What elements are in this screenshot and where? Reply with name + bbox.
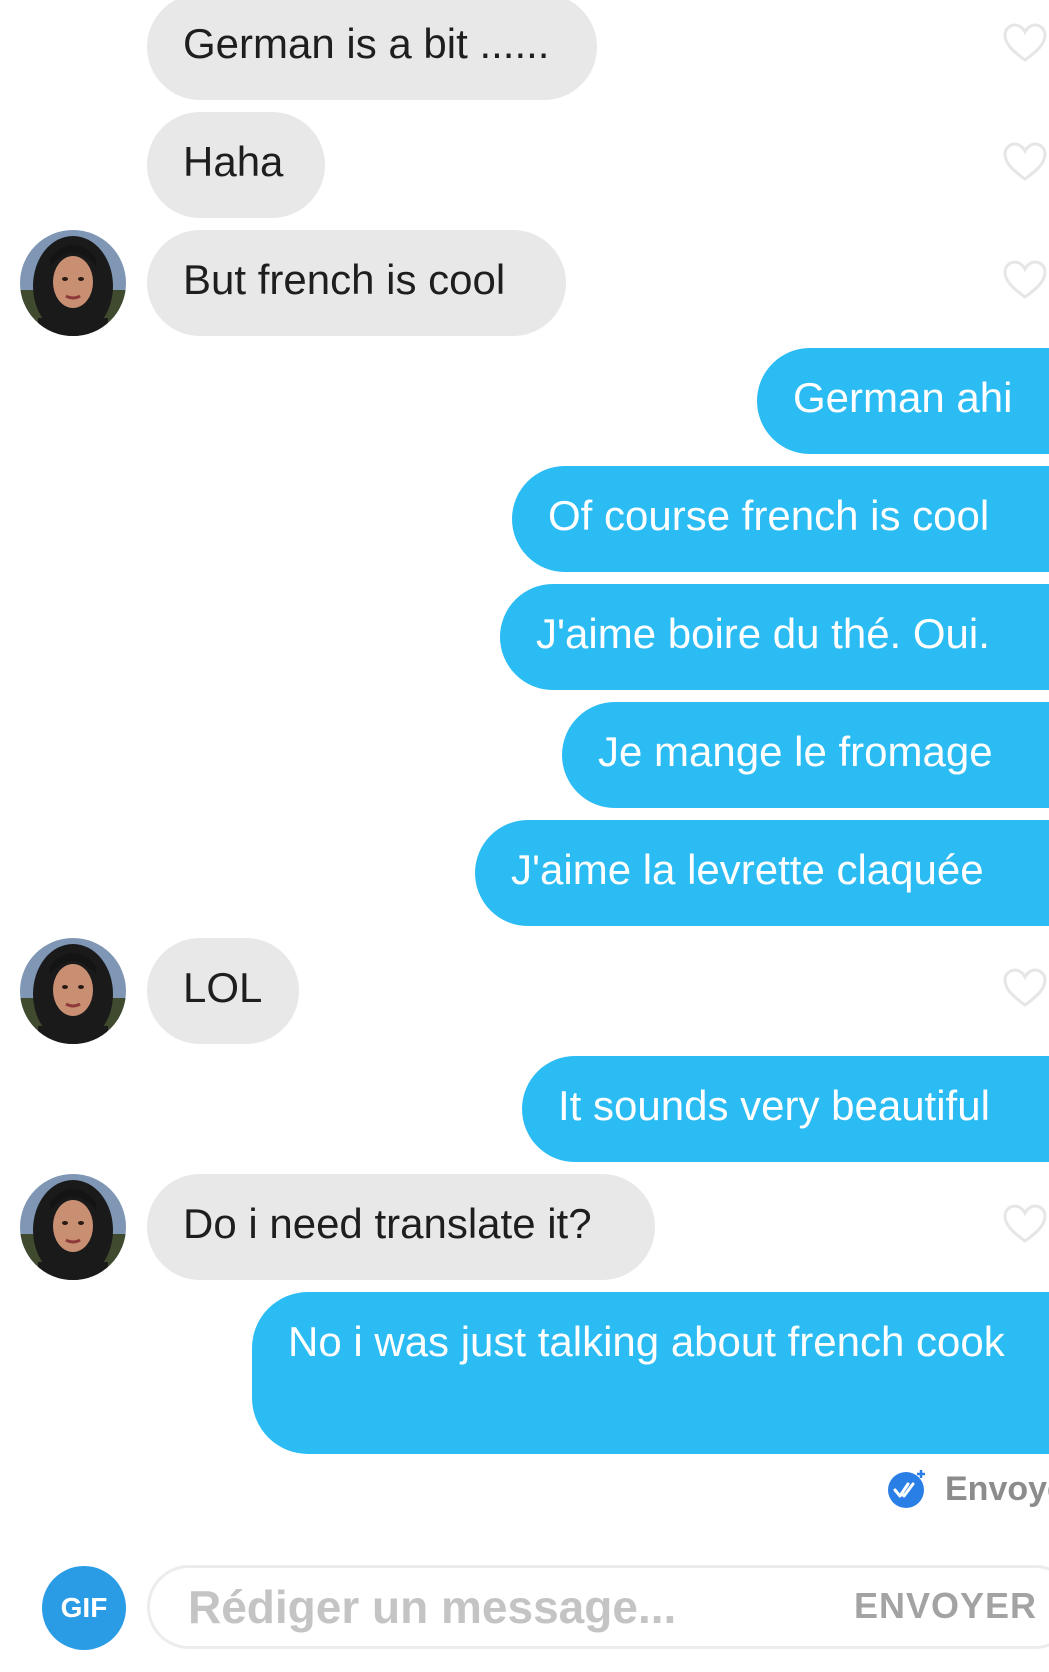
- incoming-message-bubble[interactable]: But french is cool: [147, 230, 566, 336]
- message-text: It sounds very beautiful: [558, 1082, 990, 1129]
- message-text: But french is cool: [183, 256, 506, 303]
- message-input-container: ENVOYER: [147, 1565, 1049, 1649]
- message-text: J'aime la levrette claquée: [511, 846, 984, 893]
- heart-outline-icon[interactable]: [1001, 965, 1049, 1013]
- message-row: Of course french is cool: [0, 466, 1049, 572]
- message-list[interactable]: German is a bit ...... Haha But french i…: [0, 0, 1049, 1540]
- double-check-icon: [888, 1470, 925, 1508]
- message-row: LOL: [0, 938, 1049, 1044]
- message-row: J'aime boire du thé. Oui.: [0, 584, 1049, 690]
- message-text: Do i need translate it?: [183, 1200, 592, 1247]
- message-row: German is a bit ......: [0, 0, 1049, 100]
- message-text: German ahi: [793, 374, 1013, 421]
- message-composer: GIF ENVOYER: [0, 1540, 1049, 1672]
- message-text: Haha: [183, 138, 284, 185]
- message-text: No i was just talking about french cook: [288, 1318, 1005, 1365]
- delivery-status: Envoyé: [886, 1462, 1049, 1518]
- contact-avatar[interactable]: [20, 230, 126, 336]
- incoming-message-bubble[interactable]: German is a bit ......: [147, 0, 597, 100]
- contact-avatar[interactable]: [20, 1174, 126, 1280]
- outgoing-message-bubble[interactable]: German ahi: [757, 348, 1049, 454]
- heart-outline-icon[interactable]: [1001, 20, 1049, 68]
- message-text: German is a bit ......: [183, 20, 550, 67]
- message-row: Do i need translate it?: [0, 1174, 1049, 1280]
- heart-outline-icon[interactable]: [1001, 257, 1049, 305]
- outgoing-message-bubble[interactable]: It sounds very beautiful: [522, 1056, 1049, 1162]
- gif-button[interactable]: GIF: [42, 1566, 126, 1650]
- message-input[interactable]: [188, 1576, 808, 1638]
- heart-outline-icon[interactable]: [1001, 139, 1049, 187]
- incoming-message-bubble[interactable]: Haha: [147, 112, 325, 218]
- message-row: No i was just talking about french cook: [0, 1292, 1049, 1454]
- delivery-status-label: Envoyé: [945, 1470, 1049, 1508]
- message-row: Haha: [0, 112, 1049, 218]
- message-text: Je mange le fromage: [598, 728, 993, 775]
- outgoing-message-bubble[interactable]: No i was just talking about french cook: [252, 1292, 1049, 1454]
- message-row: It sounds very beautiful: [0, 1056, 1049, 1162]
- incoming-message-bubble[interactable]: LOL: [147, 938, 299, 1044]
- incoming-message-bubble[interactable]: Do i need translate it?: [147, 1174, 655, 1280]
- outgoing-message-bubble[interactable]: J'aime boire du thé. Oui.: [500, 584, 1049, 690]
- outgoing-message-bubble[interactable]: Je mange le fromage: [562, 702, 1049, 808]
- message-row: Je mange le fromage: [0, 702, 1049, 808]
- message-row: J'aime la levrette claquée: [0, 820, 1049, 926]
- send-button[interactable]: ENVOYER: [854, 1585, 1037, 1627]
- contact-avatar[interactable]: [20, 938, 126, 1044]
- message-text: LOL: [183, 964, 263, 1011]
- message-row: German ahi: [0, 348, 1049, 454]
- outgoing-message-bubble[interactable]: Of course french is cool: [512, 466, 1049, 572]
- message-row: But french is cool: [0, 230, 1049, 336]
- outgoing-message-bubble[interactable]: J'aime la levrette claquée: [475, 820, 1049, 926]
- message-text: J'aime boire du thé. Oui.: [536, 610, 990, 657]
- heart-outline-icon[interactable]: [1001, 1201, 1049, 1249]
- message-text: Of course french is cool: [548, 492, 990, 539]
